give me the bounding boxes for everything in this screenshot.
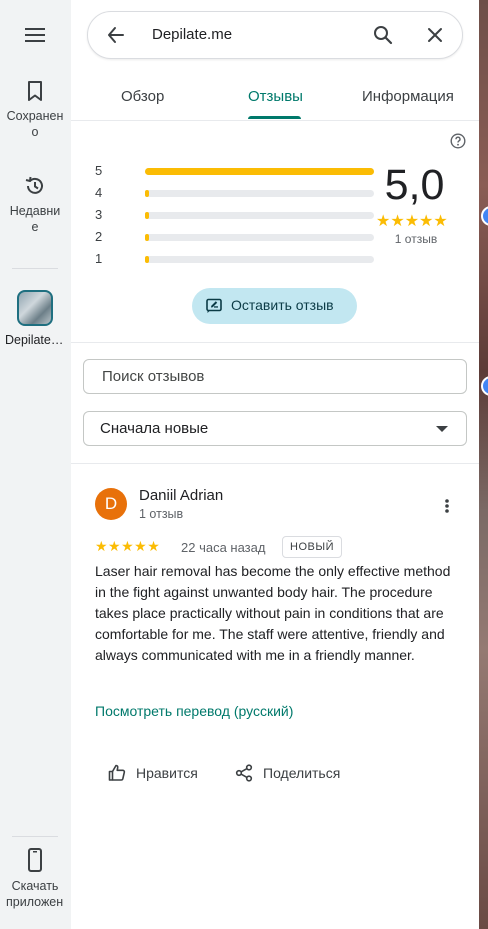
rating-row: 5 [95, 163, 374, 178]
search-query[interactable]: Depilate.me [152, 26, 232, 43]
review-count[interactable]: 1 отзыв [376, 232, 456, 246]
rating-bar-track [145, 190, 374, 197]
thumb-up-icon [108, 764, 126, 781]
review-text: Laser hair removal has become the only e… [95, 563, 451, 663]
write-review-icon [206, 298, 222, 313]
review-stars: ★★★★★ [95, 538, 161, 554]
map-marker[interactable] [481, 206, 488, 226]
rating-row-label: 5 [95, 163, 103, 178]
rating-row-label: 3 [95, 207, 103, 222]
rating-row: 4 [95, 185, 374, 200]
rail-recent-label: Недавние [9, 204, 61, 234]
rating-row-label: 2 [95, 229, 103, 244]
sort-dropdown[interactable]: Сначала новые [83, 411, 467, 446]
section-divider [71, 463, 479, 464]
average-rating-stars: ★★★★★ [376, 213, 448, 230]
rating-bar-track [145, 256, 374, 263]
menu-icon[interactable] [24, 26, 46, 44]
close-icon[interactable] [425, 25, 445, 45]
search-box[interactable]: Depilate.me [87, 11, 463, 59]
rating-bar-track [145, 234, 374, 241]
rail-saved-label: Сохранено [6, 109, 64, 139]
back-arrow-icon[interactable] [106, 25, 126, 45]
rail-divider [12, 268, 58, 269]
rating-bar-track [145, 212, 374, 219]
share-label: Поделиться [263, 765, 341, 781]
rating-row: 1 [95, 251, 374, 266]
like-label: Нравится [136, 765, 198, 781]
write-review-label: Оставить отзыв [231, 297, 334, 313]
rating-row-label: 4 [95, 185, 103, 200]
rating-bar-track [145, 168, 374, 175]
tab-bar: Обзор Отзывы Информация [71, 80, 479, 121]
rail-download-label: Скачать приложение [6, 879, 64, 909]
rating-bar-fill [145, 212, 149, 219]
tab-overview[interactable]: Обзор [121, 88, 164, 105]
history-icon [25, 176, 43, 194]
review-author-count: 1 отзыв [139, 507, 184, 521]
place-panel: Depilate.me Обзор Отзывы Информация 5 4 … [71, 0, 479, 929]
place-thumbnail [17, 290, 53, 326]
rail-saved[interactable]: Сохранено [0, 80, 70, 140]
translate-link[interactable]: Посмотреть перевод (русский) [95, 703, 293, 719]
tab-info[interactable]: Информация [362, 88, 454, 105]
bookmark-icon [28, 81, 42, 101]
rail-recent[interactable]: Недавние [0, 175, 70, 235]
more-vert-icon[interactable] [440, 498, 454, 514]
review-search-input[interactable] [100, 367, 444, 386]
rating-bar-fill [145, 256, 149, 263]
review-author[interactable]: Daniil Adrian [139, 487, 223, 504]
sort-value: Сначала новые [100, 420, 209, 437]
rail-place-depilate[interactable]: Depilate.me [0, 290, 70, 348]
rail-place-label: Depilate.me [5, 333, 65, 347]
map-area[interactable] [479, 0, 488, 929]
dropdown-arrow-icon [436, 426, 448, 432]
avatar[interactable]: D [95, 488, 127, 520]
map-marker[interactable] [481, 376, 488, 396]
left-rail: Сохранено Недавние Depilate.me Скачать п… [0, 0, 72, 929]
rating-row-label: 1 [95, 251, 103, 266]
rail-divider-bottom [12, 836, 58, 837]
tab-reviews[interactable]: Отзывы [248, 88, 303, 105]
active-tab-indicator [248, 116, 301, 119]
write-review-button[interactable]: Оставить отзыв [192, 288, 357, 324]
review-search-field[interactable] [83, 359, 467, 394]
rating-bar-fill [145, 234, 149, 241]
review-time: 22 часа назад [181, 540, 266, 555]
new-badge: НОВЫЙ [282, 536, 342, 558]
rating-row: 3 [95, 207, 374, 222]
search-icon[interactable] [373, 25, 393, 45]
rating-bar-fill [145, 190, 149, 197]
rail-download-app[interactable]: Скачать приложение [0, 848, 70, 910]
section-divider [71, 342, 479, 343]
rating-bar-fill [145, 168, 374, 175]
average-rating: 5,0 [384, 161, 445, 209]
rating-row: 2 [95, 229, 374, 244]
help-icon[interactable] [450, 133, 466, 149]
phone-icon [28, 848, 42, 872]
share-icon [235, 764, 253, 782]
